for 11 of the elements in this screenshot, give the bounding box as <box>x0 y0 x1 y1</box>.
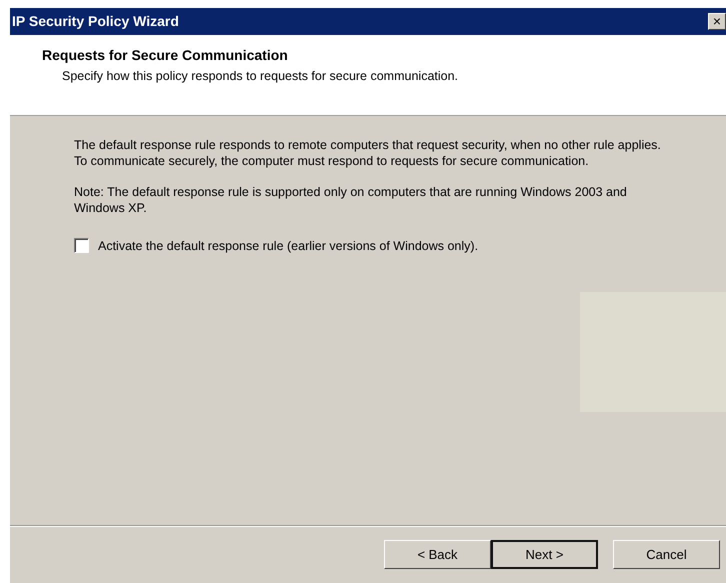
page-title: Requests for Secure Communication <box>42 46 289 65</box>
description-text: Note: The default response rule is supported only on computers that are running Windows 2003 and Windows XP. <box>74 185 628 216</box>
checkbox-label[interactable]: Activate the default response rule (earlier versions of Windows only). <box>98 236 478 256</box>
page-subtitle: Specify how this policy responds to requests for secure communication. <box>61 68 460 85</box>
window-title: IP Security Policy Wizard <box>12 12 179 31</box>
checkbox[interactable] <box>74 238 89 254</box>
wizard-button[interactable]: Cancel <box>613 540 720 569</box>
wizard-button[interactable]: < Back <box>384 540 491 569</box>
close-button[interactable]: × <box>708 13 726 30</box>
description-text: The default response rule responds to remote computers that request security, when no other rule applies. To communicate securely, the computer must respond to requests for secure communication. <box>74 138 662 170</box>
wizard-button[interactable]: Next > <box>491 540 598 569</box>
